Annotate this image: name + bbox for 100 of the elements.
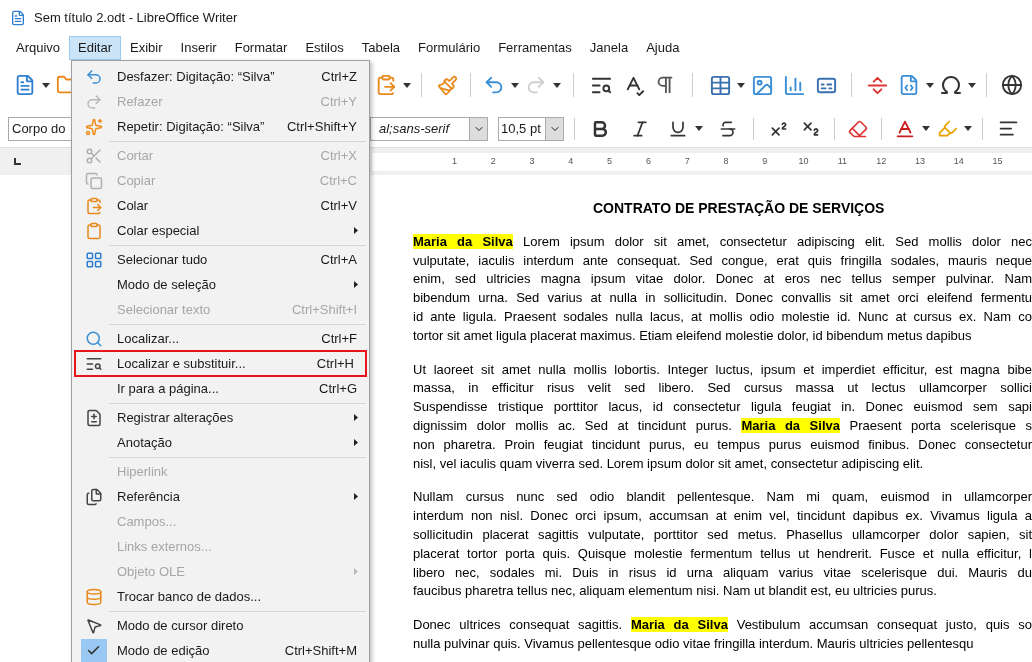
caret-icon[interactable] [553,82,561,88]
submenu-arrow-icon [354,281,358,288]
shortcut-label: Ctrl+X [320,146,357,165]
menu-item[interactable]: Colar especial [72,218,369,243]
ruler-number: 8 [722,154,730,168]
body-text: libero nec, sodales mi. Duis in risus id urna aliquam varius vitae scelerisque dui. Mauris du [413,564,1032,580]
shortcut-label: Ctrl+H [316,354,354,373]
shortcut-label: Ctrl+Y [320,92,357,111]
document-icon [10,10,26,26]
ruler-number: 6 [644,154,652,168]
body-text: faucibus pharetra tellus nec, aliquam elementum nisi. Nam ut blandit est, eu ultricies purus. [413,583,937,599]
submenu-arrow-icon [354,414,358,421]
menu-item-label: Campos... [117,512,177,531]
shortcut-label: Ctrl+Shift+I [291,300,357,319]
menu-item[interactable]: Modo de edição Ctrl+Shift+M [72,638,369,662]
menu-item[interactable]: Selecionar tudo Ctrl+A [72,247,369,272]
caret-icon[interactable] [922,126,930,131]
menu-item[interactable]: Ir para a página... Ctrl+G [72,376,369,401]
ruler-number: 14 [952,154,965,168]
menu-item-label: Links externos... [117,537,212,556]
dropdown-icon[interactable] [469,117,487,140]
body-text: Nullam cursus nunc sed odio blandit pellentesque. Nam mi quam, euismod in ullamcorper [413,489,1032,505]
menu-bar-item[interactable]: Editar [69,36,122,60]
menu-item[interactable]: Modo de cursor direto [72,613,369,638]
caret-icon[interactable] [968,82,976,88]
shortcut-label: Ctrl+A [320,250,357,269]
menu-item-label: Selecionar tudo [117,250,208,269]
menu-bar-item[interactable]: Inserir [171,36,226,60]
menu-item-label: Localizar e substituir... [117,354,246,373]
caret-icon[interactable] [695,126,703,131]
menu-bar-item[interactable]: Formulário [409,36,490,60]
shortcut-label: Ctrl+G [319,379,357,398]
menu-item-label: Anotação [117,433,172,452]
menu-item-label: Refazer [117,92,163,111]
ruler-number: 12 [875,154,888,168]
body-text: nisl, vel iaculis quam viverra sed. Lorem ipsum dolor sit amet, consectetur adipiscing elit. [413,455,924,471]
font-size-field[interactable]: 10,5 pt [498,116,564,141]
menu-bar-item[interactable]: Formatar [225,36,297,60]
menu-item-label: Referência [117,487,180,506]
body-text: placerat tortor porta quis. Quisque molestie fermentum tellus ut hendrerit. Fusce et nulla efficitur, l [413,545,1032,561]
submenu-arrow-icon [354,227,358,234]
highlighted-text: Maria da Silva [630,617,728,633]
shortcut-label: Ctrl+F [321,329,357,348]
highlighted-text: Maria da Silva [741,417,840,433]
caret-icon[interactable] [511,82,519,88]
menu-item[interactable]: Registrar alterações [72,405,369,430]
menu-item-label: Hiperlink [117,462,168,481]
menu-item[interactable]: Referência [72,484,369,509]
menu-item-label: Localizar... [117,329,180,348]
caret-icon[interactable] [403,82,411,88]
menu-item[interactable]: Modo de seleção [72,272,369,297]
body-text: Donec ultrices consequat sagittis. [413,617,624,633]
menu-item[interactable]: Localizar e substituir... Ctrl+H [75,351,366,376]
caret-icon[interactable] [42,82,50,88]
submenu-arrow-icon [354,568,358,575]
ruler-number: 5 [606,154,614,168]
ruler-number: 4 [567,154,575,168]
menu-item-label: Colar [117,196,149,215]
tab-stop-icon[interactable] [14,158,21,165]
font-name-field[interactable]: al;sans-serif [370,116,488,141]
body-text: dignissim dolor mollis ac. Sed at tincidunt purus. [413,417,733,433]
menu-item-label: Ir para a página... [117,379,219,398]
menu-bar-item[interactable]: Exibir [121,36,172,60]
shortcut-label: Ctrl+Z [321,67,357,86]
menu-item[interactable]: Anotação [72,430,369,455]
menu-item-label: Modo de cursor direto [117,616,244,635]
menu-bar-item[interactable]: Arquivo [7,36,70,60]
body-text: non pharetra. Proin feugiat tincidunt purus, eu tempus purus euismod finibus. Donec consectetur [413,436,1032,452]
body-text: Ut laoreet sit amet nulla mollis lobortis. Integer luctus, ipsum et imperdiet efficitur, est magna bibe [413,361,1032,377]
menu-bar-item[interactable]: Estilos [296,36,353,60]
menu-bar-item[interactable]: Janela [580,36,638,60]
body-text: sollicitudin placerat sagittis vulputate, porttitor sed metus. Phasellus ullamcorper dolor sapien, sit [413,526,1032,542]
menu-item-label: Cortar [117,146,154,165]
ruler-number: 3 [528,154,536,168]
submenu-arrow-icon [354,493,358,500]
menu-item[interactable]: Desfazer: Digitação: “Silva” Ctrl+Z [72,64,369,89]
menu-bar-item[interactable]: Ajuda [637,36,689,60]
caret-icon[interactable] [964,126,972,131]
window-title: Sem título 2.odt - LibreOffice Writer [34,9,238,28]
menu-item-label: Desfazer: Digitação: “Silva” [117,67,275,86]
shortcut-label: Ctrl+Shift+Y [286,117,357,136]
menu-bar-item[interactable]: Ferramentas [489,36,581,60]
menu-item-label: Modo de seleção [117,275,216,294]
caret-icon[interactable] [737,82,745,88]
document-title: CONTRATO DE PRESTAÇÃO DE SERVIÇOS [593,199,885,218]
body-text: Lorem ipsum dolor sit amet, consectetur adipiscing elit. Sed mollis dolor nec [521,233,1032,249]
body-text: id ante ligula. Praesent sodales nulla lacus, at mollis odio molestie id. Nunc at cursus ex. Nam co [413,309,1032,324]
caret-icon[interactable] [926,82,934,88]
menu-item-label: Colar especial [117,221,200,240]
highlighted-text: Maria da Silva [413,233,513,249]
menu-item[interactable]: Trocar banco de dados... [72,584,369,609]
menu-item-label: Copiar [117,171,156,190]
ruler-number: 9 [761,154,769,168]
body-text: nulla pulvinar quis. Vivamus pellentesque odio vitae fringilla interdum. Mauris ultricies pellentesqu [413,635,974,651]
body-text: massa, in efficitur risus velit sed libero. Sed cursus massa ut lectus ullamcorper sollici [413,380,1032,396]
menu-item[interactable]: Colar Ctrl+V [72,193,369,218]
dropdown-icon[interactable] [545,117,563,140]
body-text: interdum non nisl. Donec orci ipsum, accumsan at enim vel, tincidunt dapibus ex. Vivamus ligula a [413,508,1032,524]
menu-item[interactable]: Localizar... Ctrl+F [72,326,369,351]
menu-bar-item[interactable]: Tabela [352,36,410,60]
